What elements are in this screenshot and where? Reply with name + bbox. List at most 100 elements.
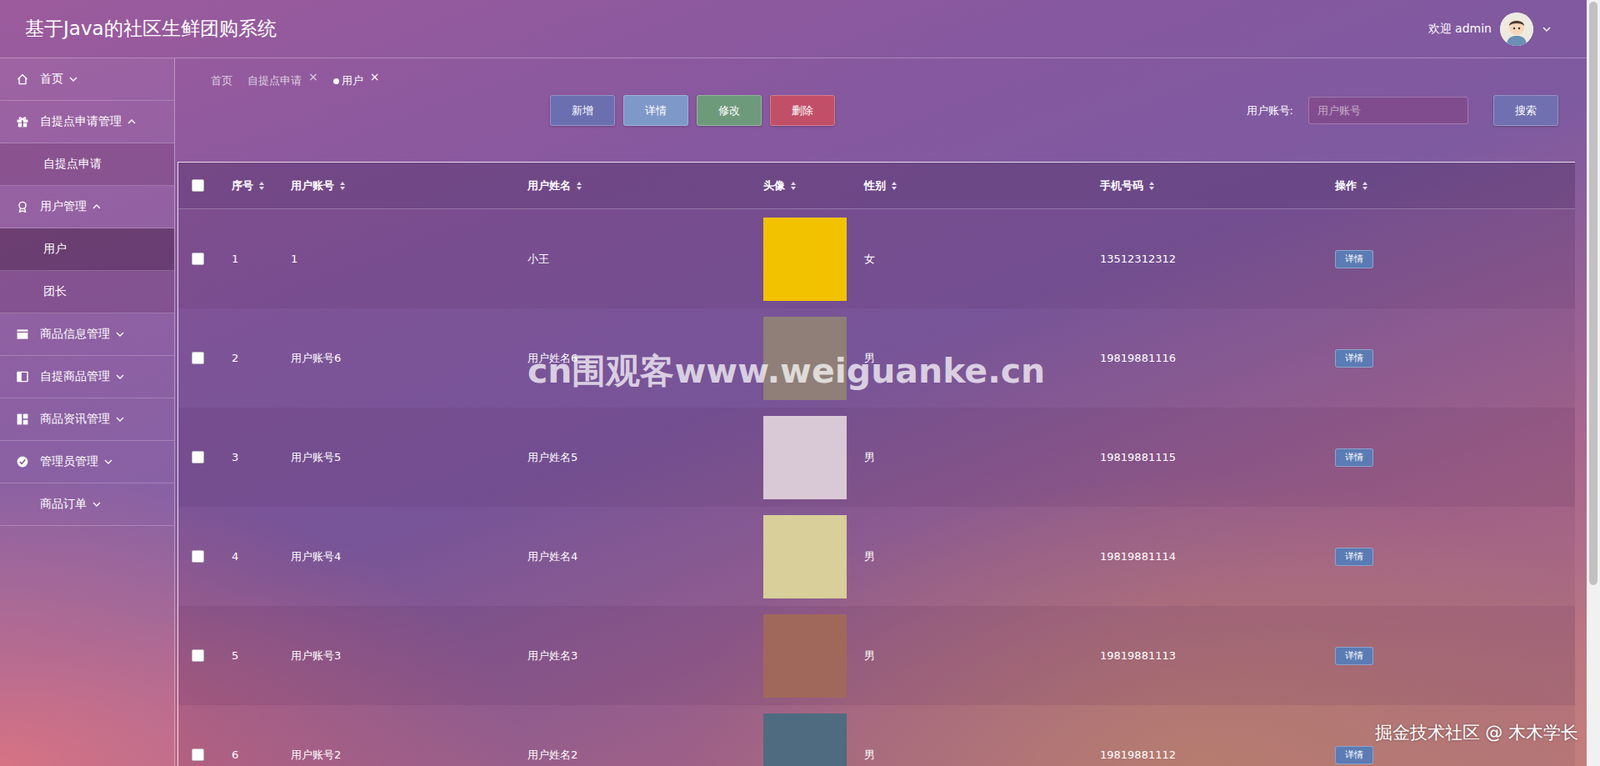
sort-icon xyxy=(258,180,265,191)
sidebar-group[interactable]: 首页 xyxy=(0,58,175,101)
table-row[interactable]: 4用户账号4用户姓名4男19819881114详情 xyxy=(178,506,1575,606)
avatar-photo xyxy=(763,614,847,698)
toolbar-button[interactable]: 新增 xyxy=(550,95,615,126)
table-row[interactable]: 5用户账号3用户姓名3男19819881113详情 xyxy=(178,605,1575,705)
user-name: 用户姓名2 xyxy=(527,748,578,761)
user-menu[interactable]: 欢迎 admin xyxy=(1428,12,1552,46)
table-row[interactable]: 3用户账号5用户姓名5男19819881115详情 xyxy=(178,407,1575,507)
detail-button[interactable]: 详情 xyxy=(1335,745,1374,765)
watermark: cn围观客www.weiguanke.cn xyxy=(527,348,1045,395)
book-icon xyxy=(15,370,30,384)
sort-icon xyxy=(790,180,797,191)
chevron-down-icon xyxy=(91,499,102,510)
sidebar-item[interactable]: 用户 xyxy=(0,228,175,271)
checkbox[interactable] xyxy=(191,179,205,192)
table-row[interactable]: 2用户账号6用户姓名6男19819881116详情 xyxy=(178,308,1575,408)
sidebar-group[interactable]: 商品资讯管理 xyxy=(0,398,175,441)
column-header[interactable]: 序号 xyxy=(231,178,291,194)
detail-button[interactable]: 详情 xyxy=(1335,349,1374,368)
sidebar-group[interactable]: 自提商品管理 xyxy=(0,355,175,399)
sidebar-group[interactable]: 商品订单 xyxy=(0,483,175,526)
column-label: 手机号码 xyxy=(1100,178,1144,194)
sidebar-label: 商品资讯管理 xyxy=(40,411,110,427)
detail-button[interactable]: 详情 xyxy=(1335,646,1374,665)
checkbox[interactable] xyxy=(191,550,205,563)
checkbox[interactable] xyxy=(191,351,205,365)
toolbar-button[interactable]: 详情 xyxy=(623,95,689,126)
column-header[interactable]: 用户姓名 xyxy=(527,178,764,194)
table-row[interactable]: 11小王女13512312312详情 xyxy=(178,209,1575,309)
tab-label: 用户 xyxy=(341,73,364,89)
sidebar-group[interactable]: 管理员管理 xyxy=(0,440,175,484)
user-gender: 男 xyxy=(864,450,875,464)
chevron-down-icon xyxy=(115,329,125,340)
user-avatar[interactable] xyxy=(1500,12,1534,46)
home-icon xyxy=(15,72,30,86)
scrollbar[interactable] xyxy=(1586,0,1600,766)
sort-icon xyxy=(890,180,898,191)
scrollbar-thumb[interactable] xyxy=(1589,1,1598,585)
sidebar-label: 自提点申请 xyxy=(43,156,102,172)
sidebar-group[interactable]: 商品信息管理 xyxy=(0,313,175,356)
top-bar: 基于Java的社区生鲜团购系统欢迎 admin xyxy=(0,0,1587,59)
user-phone: 19819881116 xyxy=(1100,351,1176,365)
column-header[interactable]: 操作 xyxy=(1335,178,1575,194)
avatar-photo xyxy=(763,713,847,766)
avatar-photo xyxy=(763,316,847,400)
card-icon xyxy=(15,327,30,341)
column-label: 性别 xyxy=(864,178,886,194)
user-account: 用户账号6 xyxy=(290,351,341,365)
sidebar-label: 自提商品管理 xyxy=(40,369,110,385)
toolbar-button[interactable]: 修改 xyxy=(696,95,762,126)
chevron-up-icon xyxy=(91,201,102,212)
toolbar-button[interactable]: 删除 xyxy=(770,95,835,126)
user-name: 用户姓名4 xyxy=(527,550,578,563)
column-header[interactable]: 头像 xyxy=(763,178,865,194)
row-index: 2 xyxy=(231,351,239,365)
sidebar-group[interactable]: 用户管理 xyxy=(0,185,175,229)
avatar-photo xyxy=(763,415,847,500)
sidebar-group[interactable]: 自提点申请管理 xyxy=(0,100,175,144)
checkbox[interactable] xyxy=(191,252,205,265)
close-tab-button[interactable]: × xyxy=(370,70,380,84)
column-header[interactable]: 手机号码 xyxy=(1100,178,1335,194)
avatar-photo xyxy=(763,217,847,301)
search-input[interactable] xyxy=(1308,96,1469,125)
tab-label: 自提点申请 xyxy=(247,73,302,89)
sidebar-item[interactable]: 团长 xyxy=(0,270,175,314)
row-index: 4 xyxy=(231,550,239,563)
detail-button[interactable]: 详情 xyxy=(1335,547,1374,566)
tab[interactable]: 首页 xyxy=(210,73,233,89)
user-gender: 男 xyxy=(864,550,875,563)
checkbox[interactable] xyxy=(191,649,205,662)
tab[interactable]: 自提点申请 × xyxy=(247,73,319,89)
sidebar-item[interactable]: 自提点申请 xyxy=(0,143,175,186)
checkbox[interactable] xyxy=(191,748,205,761)
row-index: 5 xyxy=(231,649,239,662)
tab[interactable]: 用户 × xyxy=(333,73,380,89)
chevron-down-icon xyxy=(103,456,114,467)
chevron-down-icon xyxy=(68,74,79,85)
detail-button[interactable]: 详情 xyxy=(1335,250,1374,269)
sidebar-label: 用户管理 xyxy=(40,199,87,215)
sort-icon xyxy=(339,180,346,191)
gift-icon xyxy=(15,115,30,129)
column-header[interactable]: 性别 xyxy=(864,178,1100,194)
column-label: 操作 xyxy=(1335,178,1357,194)
award-icon xyxy=(15,200,30,214)
user-name: 用户姓名5 xyxy=(527,450,578,464)
search-button[interactable]: 搜索 xyxy=(1493,95,1559,126)
tab-bar: 首页自提点申请 × 用户 × xyxy=(177,58,1575,89)
checkbox[interactable] xyxy=(191,450,205,464)
user-table: 序号用户账号用户姓名头像性别 手机号码 操作 11小王女13512312312详情 2 用… xyxy=(177,161,1575,766)
table-row[interactable]: 6用户账号2用户姓名2男19819881112详情 xyxy=(178,705,1575,766)
user-phone: 19819881115 xyxy=(1100,450,1176,464)
sidebar: 首页自提点申请管理自提点申请用户管理用户团长商品信息管理自提商品管理商品资讯管理… xyxy=(0,58,175,766)
column-header[interactable]: 用户账号 xyxy=(290,178,528,194)
chevron-down-icon xyxy=(115,414,125,425)
chevron-down-icon xyxy=(1541,24,1552,35)
sidebar-label: 用户 xyxy=(43,241,67,257)
close-tab-button[interactable]: × xyxy=(308,70,319,84)
user-account: 用户账号2 xyxy=(290,748,341,761)
detail-button[interactable]: 详情 xyxy=(1335,448,1374,467)
